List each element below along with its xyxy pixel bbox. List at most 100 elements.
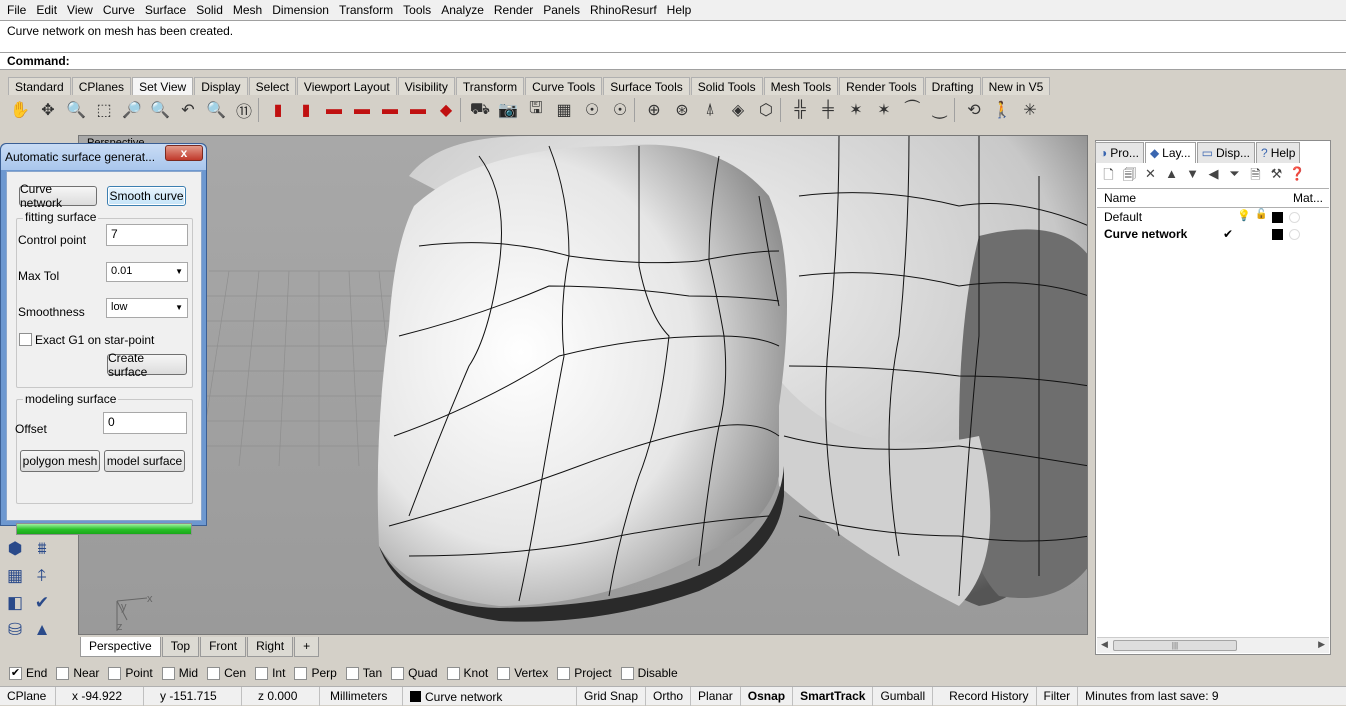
cplane-view-icon[interactable]: ⏜ xyxy=(898,96,926,124)
offset-input[interactable]: 0 xyxy=(103,412,187,434)
layer-row[interactable]: Default 💡 🔓 xyxy=(1097,209,1329,226)
viewports-icon[interactable]: ▦ xyxy=(550,96,578,124)
tab-standard[interactable]: Standard xyxy=(8,77,71,95)
cplane-object-icon[interactable]: ✶ xyxy=(870,96,898,124)
named-views-icon[interactable]: 🖫 xyxy=(522,96,550,124)
exact-g1-checkbox[interactable] xyxy=(19,333,32,346)
zoom-extents-icon[interactable]: 🔎 xyxy=(118,96,146,124)
model-surface-button[interactable]: model surface xyxy=(104,450,185,472)
cplane-3pt-icon[interactable]: ✶ xyxy=(842,96,870,124)
zoom-out-icon[interactable]: 🔍 xyxy=(202,96,230,124)
tab-solid-tools[interactable]: Solid Tools xyxy=(690,77,763,95)
target-yellow-icon[interactable]: ⊛ xyxy=(668,96,696,124)
light-icon[interactable]: ☉ xyxy=(578,96,606,124)
panel-tab-pro[interactable]: ◑ Pro... xyxy=(1095,142,1144,163)
osnap-near[interactable]: Near xyxy=(56,666,99,680)
scroll-thumb[interactable]: ||| xyxy=(1113,640,1237,651)
move-parent-icon[interactable]: ◀ xyxy=(1203,166,1224,184)
menu-view[interactable]: View xyxy=(62,3,98,17)
sun-icon[interactable]: ✳ xyxy=(1016,96,1044,124)
osnap-mid[interactable]: Mid xyxy=(161,666,198,680)
menu-file[interactable]: File xyxy=(2,3,31,17)
menu-render[interactable]: Render xyxy=(489,3,538,17)
menu-analyze[interactable]: Analyze xyxy=(436,3,489,17)
osnap-checkbox[interactable] xyxy=(161,666,175,680)
menu-solid[interactable]: Solid xyxy=(191,3,228,17)
status-layer[interactable]: Curve network xyxy=(403,687,577,706)
lights-icon[interactable]: ☉ xyxy=(606,96,634,124)
elevator-icon[interactable]: ⍋ xyxy=(696,96,724,124)
tab-viewport-layout[interactable]: Viewport Layout xyxy=(296,77,397,95)
layer-material-header[interactable]: Mat... xyxy=(1293,191,1323,205)
target-icon[interactable]: ⊕ xyxy=(640,96,668,124)
gumball-toggle[interactable]: Gumball xyxy=(873,687,934,706)
tools-icon[interactable]: ⚒ xyxy=(1266,166,1287,184)
tab-surface-tools[interactable]: Surface Tools xyxy=(603,77,690,95)
layer-states-icon[interactable]: 🗎 xyxy=(1245,166,1266,184)
osnap-checkbox[interactable] xyxy=(497,666,511,680)
osnap-checkbox[interactable]: ✔ xyxy=(9,666,22,680)
view-back-car-icon[interactable]: ▮ xyxy=(292,96,320,124)
view-perspective-car-icon[interactable]: ◆ xyxy=(432,96,460,124)
panel-tab-lay[interactable]: ◆ Lay... xyxy=(1144,142,1196,163)
panel-tab-disp[interactable]: ▭ Disp... xyxy=(1196,142,1255,163)
create-surface-button[interactable]: Create surface xyxy=(107,351,187,379)
box-icon[interactable]: ⬢ xyxy=(3,538,27,560)
view-front-car-icon[interactable]: ▮ xyxy=(264,96,292,124)
status-units[interactable]: Millimeters xyxy=(320,687,403,706)
osnap-end[interactable]: ✔ End xyxy=(9,666,47,680)
viewport-tab-perspective[interactable]: Perspective xyxy=(80,637,161,657)
tab-drafting[interactable]: Drafting xyxy=(924,77,981,95)
osnap-checkbox[interactable] xyxy=(620,666,634,680)
array-icon[interactable]: ▦ xyxy=(3,565,27,587)
help-icon[interactable]: ❓ xyxy=(1287,166,1308,184)
curve-network-button[interactable]: Curve network xyxy=(19,182,97,210)
cube-view-icon[interactable]: ⬡ xyxy=(752,96,780,124)
menu-tools[interactable]: Tools xyxy=(398,3,436,17)
tab-display[interactable]: Display xyxy=(194,77,248,95)
render-icon[interactable]: ⛁ xyxy=(3,619,27,641)
command-line[interactable]: Command: xyxy=(0,52,1346,70)
record-history-toggle[interactable]: Record History xyxy=(933,687,1037,706)
tab-render-tools[interactable]: Render Tools xyxy=(839,77,924,95)
osnap-toggle[interactable]: Osnap xyxy=(741,687,794,706)
move-up-icon[interactable]: ▲ xyxy=(1161,166,1182,184)
osnap-vertex[interactable]: Vertex xyxy=(497,666,548,680)
menu-edit[interactable]: Edit xyxy=(31,3,62,17)
pan-icon[interactable]: ✋ xyxy=(6,96,34,124)
osnap-disable[interactable]: Disable xyxy=(620,666,678,680)
scroll-left-icon[interactable]: ◀ xyxy=(1101,639,1108,650)
menu-help[interactable]: Help xyxy=(662,3,697,17)
osnap-project[interactable]: Project xyxy=(557,666,612,680)
view-left-car-icon[interactable]: ▬ xyxy=(376,96,404,124)
planar-toggle[interactable]: Planar xyxy=(691,687,741,706)
lock-icon[interactable]: 🔓 xyxy=(1255,209,1267,220)
panel-tab-help[interactable]: ? Help xyxy=(1256,142,1301,163)
check-icon[interactable]: ✔ xyxy=(30,592,54,614)
ortho-toggle[interactable]: Ortho xyxy=(646,687,692,706)
viewport-tab-right[interactable]: Right xyxy=(247,637,294,657)
layer-color-swatch[interactable] xyxy=(1272,212,1283,223)
material-circle-icon[interactable] xyxy=(1289,212,1300,223)
menu-dimension[interactable]: Dimension xyxy=(267,3,334,17)
layer-name-header[interactable]: Name xyxy=(1104,191,1136,205)
polygon-mesh-button[interactable]: polygon mesh xyxy=(20,450,100,472)
zoom-one-to-one-icon[interactable]: ⑪ xyxy=(230,96,258,124)
tab-new-in-v5[interactable]: New in V5 xyxy=(981,77,1051,95)
cplane-icon[interactable]: ◈ xyxy=(724,96,752,124)
menu-curve[interactable]: Curve xyxy=(98,3,140,17)
tab-transform[interactable]: Transform xyxy=(455,77,525,95)
osnap-knot[interactable]: Knot xyxy=(446,666,488,680)
osnap-checkbox[interactable] xyxy=(56,666,70,680)
osnap-cen[interactable]: Cen xyxy=(207,666,246,680)
osnap-checkbox[interactable] xyxy=(108,666,122,680)
osnap-perp[interactable]: Perp xyxy=(294,666,337,680)
osnap-checkbox[interactable] xyxy=(446,666,460,680)
material-icon[interactable]: ▲ xyxy=(30,619,54,641)
move-down-icon[interactable]: ▼ xyxy=(1182,166,1203,184)
camera-target-icon[interactable]: ⛟ xyxy=(466,96,494,124)
flip-cplane-icon[interactable]: ⟲ xyxy=(960,96,988,124)
layer-row[interactable]: Curve network ✔ xyxy=(1097,226,1329,243)
extrude-icon[interactable]: ⩩ xyxy=(30,538,54,560)
rotate-view-icon[interactable]: ✥ xyxy=(34,96,62,124)
